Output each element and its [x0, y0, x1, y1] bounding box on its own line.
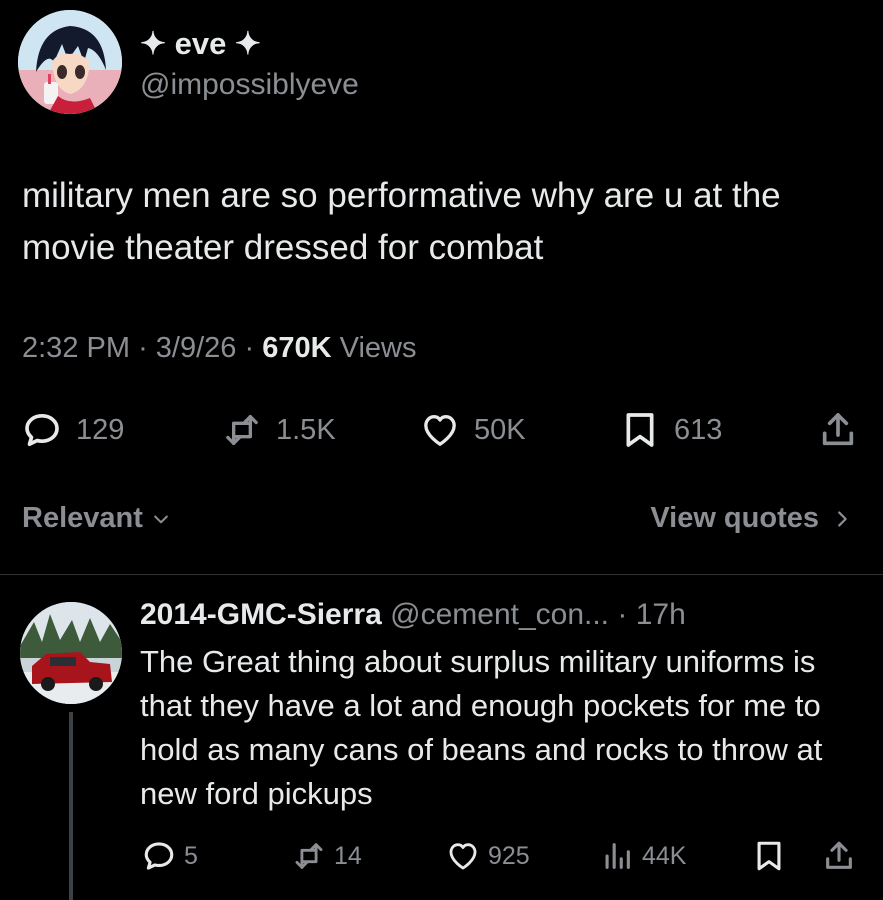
chevron-down-icon — [154, 515, 168, 523]
reply-button[interactable]: 129 — [22, 400, 124, 460]
sort-label: Relevant — [22, 502, 143, 534]
chevron-right-icon — [838, 510, 847, 527]
tweet-text: military men are so performative why are… — [22, 176, 781, 267]
author-handle[interactable]: @impossiblyeve — [140, 68, 359, 102]
reply-header: 2014-GMC-Sierra @cement_con... · 17h — [140, 598, 686, 632]
reply-share-button[interactable] — [822, 832, 856, 880]
reply-reply-count: 5 — [184, 841, 198, 870]
repost-count: 1.5K — [276, 413, 336, 446]
reply-bookmark-button[interactable] — [752, 832, 786, 880]
view-quotes-link[interactable]: View quotes — [650, 502, 853, 535]
views-count: 670K — [262, 332, 332, 364]
like-count: 50K — [474, 413, 526, 446]
reply-like-button[interactable]: 925 — [446, 832, 530, 880]
reply-author-name[interactable]: 2014-GMC-Sierra — [140, 598, 382, 631]
view-quotes-label: View quotes — [650, 502, 819, 534]
reply-text: The Great thing about surplus military u… — [140, 644, 823, 811]
reply-repost-count: 14 — [334, 841, 362, 870]
speech-bubble-icon — [144, 842, 174, 870]
bookmark-icon — [626, 413, 654, 447]
tweet-meta: 2:32 PM · 3/9/26 · 670K Views — [22, 332, 416, 365]
like-button[interactable]: 50K — [420, 400, 526, 460]
share-upload-icon — [822, 413, 854, 446]
reply-repost-button[interactable]: 14 — [292, 832, 362, 880]
tweet-time[interactable]: 2:32 PM — [22, 332, 130, 364]
repost-button[interactable]: 1.5K — [222, 400, 336, 460]
views-label: Views — [339, 332, 417, 364]
meta-separator: · — [138, 332, 148, 364]
reply-views-count: 44K — [642, 841, 687, 870]
sort-dropdown[interactable]: Relevant — [22, 502, 171, 535]
reply-views-button[interactable]: 44K — [600, 832, 686, 880]
meta-separator: · — [617, 598, 628, 631]
reply-reply-button[interactable]: 5 — [142, 832, 198, 880]
reply-actions: 5 14 925 44K — [0, 832, 883, 880]
bookmark-count: 613 — [674, 413, 723, 446]
heart-icon — [424, 415, 456, 446]
speech-bubble-icon — [25, 414, 59, 446]
reply-count: 129 — [76, 413, 125, 446]
reply-time[interactable]: 17h — [636, 598, 686, 631]
divider — [0, 574, 883, 575]
repost-arrows-icon — [295, 843, 323, 869]
share-button[interactable] — [818, 400, 858, 460]
bookmark-icon — [757, 841, 781, 871]
reply-author-avatar[interactable] — [20, 602, 122, 704]
repost-arrows-icon — [226, 415, 258, 445]
author-name[interactable]: ✦ eve ✦ — [140, 26, 261, 62]
tweet-actions: 129 1.5K 50K 613 — [0, 400, 883, 460]
author-avatar[interactable] — [18, 10, 122, 114]
reply-author-handle[interactable]: @cement_con... — [390, 598, 609, 631]
share-upload-icon — [826, 841, 852, 869]
meta-separator: · — [244, 332, 255, 364]
tweet-date[interactable]: 3/9/26 — [156, 332, 237, 364]
reply-like-count: 925 — [488, 841, 530, 870]
heart-icon — [449, 843, 477, 870]
bookmark-button[interactable]: 613 — [620, 400, 722, 460]
bar-chart-icon — [605, 843, 630, 869]
